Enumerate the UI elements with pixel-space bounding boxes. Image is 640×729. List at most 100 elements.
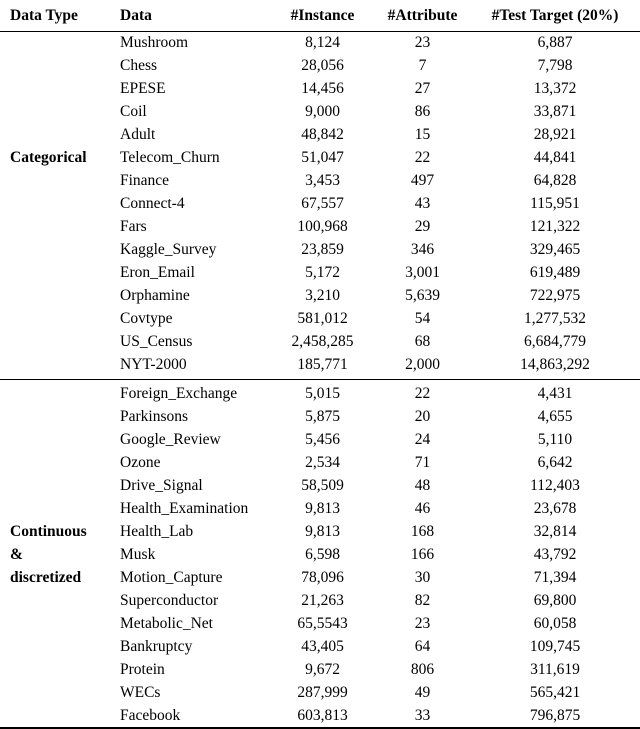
table-row: Drive_Signal 58,509 48 112,403 (0, 474, 640, 497)
cell-attribute-count: 497 (410, 172, 435, 189)
cell-instance-count: 3,453 (305, 172, 340, 189)
cell-instance-count: 28,056 (301, 57, 344, 74)
cell-dataset-name: Kaggle_Survey (120, 241, 217, 258)
cell-dataset-name: Coil (120, 103, 147, 120)
cell-data-type (0, 474, 110, 497)
cell-attribute-count: 168 (410, 523, 435, 540)
table-row: Kaggle_Survey 23,859 346 329,465 (0, 238, 640, 261)
cell-dataset-name: Protein (120, 661, 165, 678)
cell-attribute-count: 15 (414, 126, 431, 143)
cell-dataset-name: Orphamine (120, 287, 190, 304)
cell-test-target-count: 23,678 (533, 500, 577, 517)
cell-data-type (0, 284, 110, 307)
cell-test-target-count: 1,277,532 (524, 310, 586, 327)
table-row: & Musk 6,598 166 43,792 (0, 543, 640, 566)
cell-dataset-name: Health_Examination (120, 500, 249, 517)
table-row: Connect-4 67,557 43 115,951 (0, 192, 640, 215)
cell-dataset-name: Mushroom (120, 34, 189, 51)
cell-test-target-count: 329,465 (529, 241, 581, 258)
cell-data-type (0, 382, 110, 405)
table-row: Mushroom 8,124 23 6,887 (0, 31, 640, 54)
table-row: Orphamine 3,210 5,639 722,975 (0, 284, 640, 307)
cell-data-type: discretized (10, 569, 82, 586)
cell-data-type (0, 681, 110, 704)
table-row: Facebook 603,813 33 796,875 (0, 704, 640, 727)
cell-dataset-name: Adult (120, 126, 156, 143)
cell-dataset-name: Fars (120, 218, 147, 235)
cell-attribute-count: 68 (414, 333, 431, 350)
cell-test-target-count: 311,619 (530, 661, 580, 678)
cell-test-target-count: 64,828 (533, 172, 577, 189)
cell-instance-count: 65,5543 (297, 615, 348, 632)
table-row: Continuous Health_Lab 9,813 168 32,814 (0, 520, 640, 543)
cell-attribute-count: 166 (410, 546, 435, 563)
cell-attribute-count: 346 (410, 241, 435, 258)
cell-instance-count: 100,968 (297, 218, 348, 235)
table-row: Finance 3,453 497 64,828 (0, 169, 640, 192)
cell-attribute-count: 22 (414, 149, 431, 166)
cell-instance-count: 9,000 (305, 103, 340, 120)
cell-attribute-count: 64 (414, 638, 431, 655)
cell-instance-count: 2,534 (305, 454, 340, 471)
cell-test-target-count: 14,863,292 (520, 356, 590, 373)
cell-test-target-count: 121,322 (529, 218, 581, 235)
cell-data-type (0, 635, 110, 658)
cell-instance-count: 185,771 (297, 356, 348, 373)
cell-test-target-count: 44,841 (533, 149, 577, 166)
cell-attribute-count: 29 (414, 218, 431, 235)
cell-data-type: & (10, 546, 23, 563)
cell-dataset-name: US_Census (120, 333, 193, 350)
cell-instance-count: 603,813 (297, 707, 348, 724)
table-row: Coil 9,000 86 33,871 (0, 100, 640, 123)
table-row: Eron_Email 5,172 3,001 619,489 (0, 261, 640, 284)
cell-data-type (0, 658, 110, 681)
cell-dataset-name: Superconductor (120, 592, 219, 609)
table-row: US_Census 2,458,285 68 6,684,779 (0, 330, 640, 353)
cell-dataset-name: Musk (120, 546, 156, 563)
cell-test-target-count: 6,684,779 (524, 333, 586, 350)
cell-test-target-count: 60,058 (533, 615, 577, 632)
cell-dataset-name: Facebook (120, 707, 181, 724)
header-row: Data Type Data #Instance #Attribute #Tes… (0, 0, 640, 31)
cell-test-target-count: 43,792 (533, 546, 577, 563)
cell-test-target-count: 32,814 (533, 523, 577, 540)
cell-instance-count: 3,210 (305, 287, 340, 304)
cell-dataset-name: Covtype (120, 310, 173, 327)
cell-data-type (0, 215, 110, 238)
cell-dataset-name: Telecom_Churn (120, 149, 220, 166)
cell-attribute-count: 806 (410, 661, 435, 678)
cell-test-target-count: 115,951 (530, 195, 580, 212)
cell-data-type (0, 428, 110, 451)
cell-test-target-count: 565,421 (529, 684, 581, 701)
cell-attribute-count: 22 (414, 385, 431, 402)
cell-instance-count: 6,598 (305, 546, 340, 563)
table-row: Superconductor 21,263 82 69,800 (0, 589, 640, 612)
cell-data-type (0, 238, 110, 261)
cell-instance-count: 43,405 (301, 638, 344, 655)
cell-test-target-count: 6,642 (537, 454, 573, 471)
cell-data-type (0, 261, 110, 284)
cell-dataset-name: WECs (120, 684, 161, 701)
table-row: Fars 100,968 29 121,322 (0, 215, 640, 238)
cell-data-type (0, 169, 110, 192)
table-row: Foreign_Exchange 5,015 22 4,431 (0, 382, 640, 405)
table-row: Metabolic_Net 65,5543 23 60,058 (0, 612, 640, 635)
table-row: Health_Examination 9,813 46 23,678 (0, 497, 640, 520)
cell-instance-count: 5,875 (305, 408, 340, 425)
cell-test-target-count: 722,975 (529, 287, 581, 304)
cell-dataset-name: Chess (120, 57, 158, 74)
table-row: Covtype 581,012 54 1,277,532 (0, 307, 640, 330)
table-row: Chess 28,056 7 7,798 (0, 54, 640, 77)
cell-attribute-count: 33 (414, 707, 431, 724)
cell-dataset-name: Drive_Signal (120, 477, 203, 494)
cell-test-target-count: 4,431 (537, 385, 573, 402)
cell-dataset-name: Bankruptcy (120, 638, 193, 655)
cell-dataset-name: Health_Lab (120, 523, 194, 540)
cell-data-type: Continuous (10, 523, 87, 540)
cell-attribute-count: 27 (414, 80, 431, 97)
cell-dataset-name: Metabolic_Net (120, 615, 213, 632)
cell-data-type (0, 330, 110, 353)
cell-data-type (0, 704, 110, 727)
cell-attribute-count: 48 (414, 477, 431, 494)
cell-test-target-count: 33,871 (533, 103, 577, 120)
